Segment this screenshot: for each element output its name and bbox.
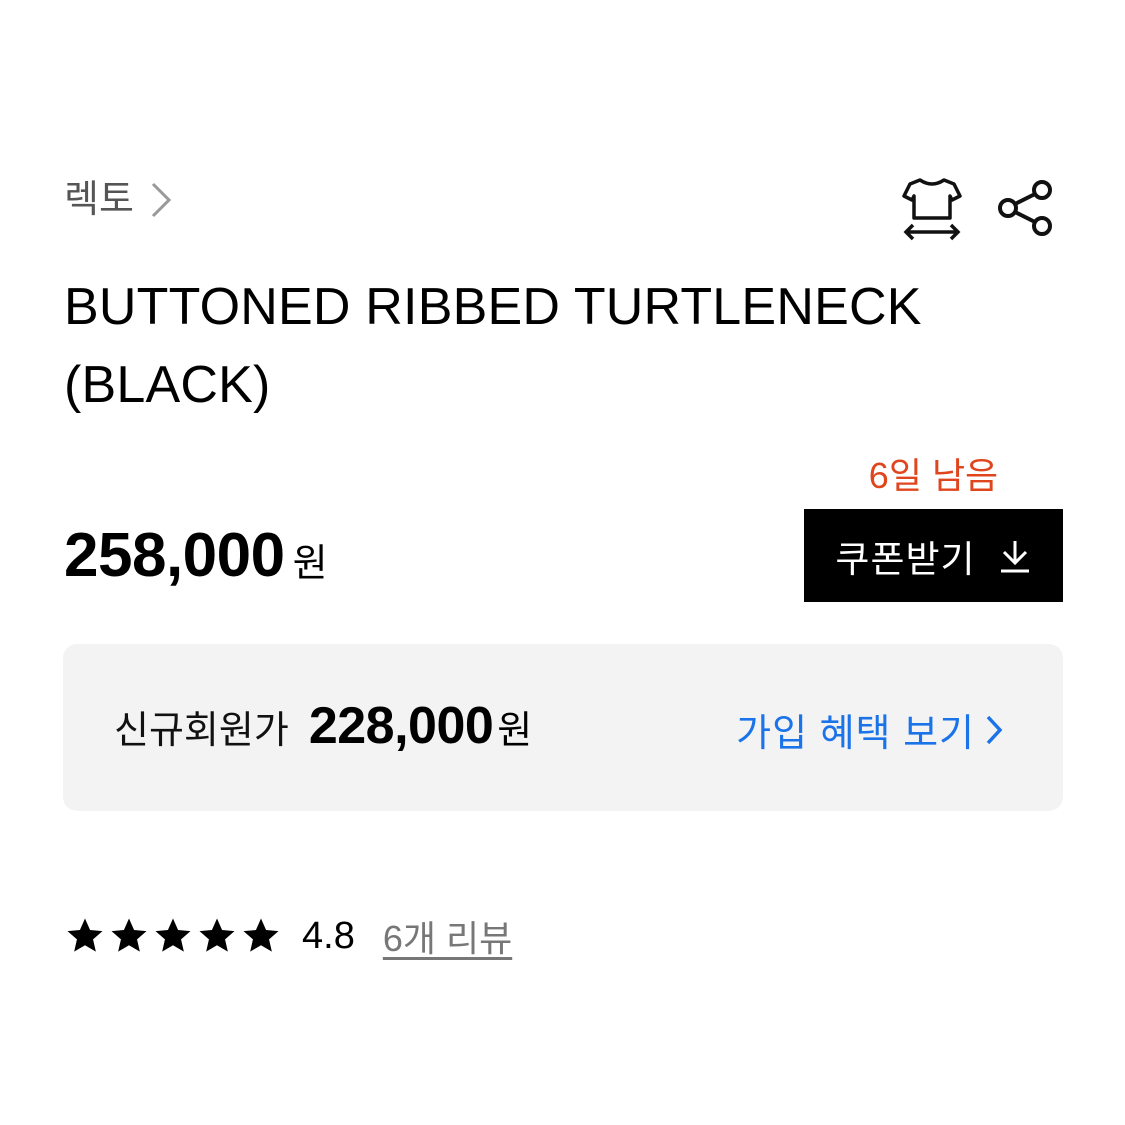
rating-value: 4.8 xyxy=(302,914,355,957)
rating-row: 4.8 6개 리뷰 xyxy=(64,910,512,962)
brand-name: 렉토 xyxy=(64,179,134,221)
size-guide-button[interactable] xyxy=(896,172,968,244)
member-price-label: 신규회원가 xyxy=(114,709,289,752)
star-icon xyxy=(199,918,235,952)
download-icon xyxy=(1000,540,1029,572)
share-button[interactable] xyxy=(992,172,1060,244)
member-price: 228,000 xyxy=(308,697,494,755)
chevron-right-icon xyxy=(150,178,174,222)
price-row: 258,000 원 xyxy=(64,520,328,591)
star-icon xyxy=(111,918,147,952)
share-icon xyxy=(998,180,1052,236)
join-benefit-link[interactable]: 가입 혜택 보기 xyxy=(736,702,1003,757)
chevron-right-icon xyxy=(986,715,1003,744)
breadcrumb[interactable]: 렉토 xyxy=(64,178,174,222)
product-title-line1: BUTTONED RIBBED TURTLENECK xyxy=(64,278,922,336)
star-rating xyxy=(64,915,282,957)
member-price-unit: 원 xyxy=(497,709,533,752)
join-benefit-label: 가입 혜택 보기 xyxy=(736,713,975,755)
product-price: 258,000 xyxy=(64,521,285,590)
price-unit: 원 xyxy=(292,543,328,585)
coupon-button-label: 쿠폰받기 xyxy=(835,538,976,580)
star-icon xyxy=(67,918,103,952)
coupon-download-button[interactable]: 쿠폰받기 xyxy=(804,509,1063,602)
member-price-group: 신규회원가 228,000 원 xyxy=(114,696,532,756)
review-count-link[interactable]: 6개 리뷰 xyxy=(383,910,512,962)
star-icon xyxy=(155,918,191,952)
star-icon xyxy=(243,918,279,952)
product-title: BUTTONED RIBBED TURTLENECK (BLACK) xyxy=(64,268,964,424)
member-price-box: 신규회원가 228,000 원 가입 혜택 보기 xyxy=(63,644,1063,811)
tshirt-size-icon xyxy=(902,178,962,241)
coupon-days-left: 6일 남음 xyxy=(868,455,999,496)
product-title-line2: (BLACK) xyxy=(64,356,271,414)
